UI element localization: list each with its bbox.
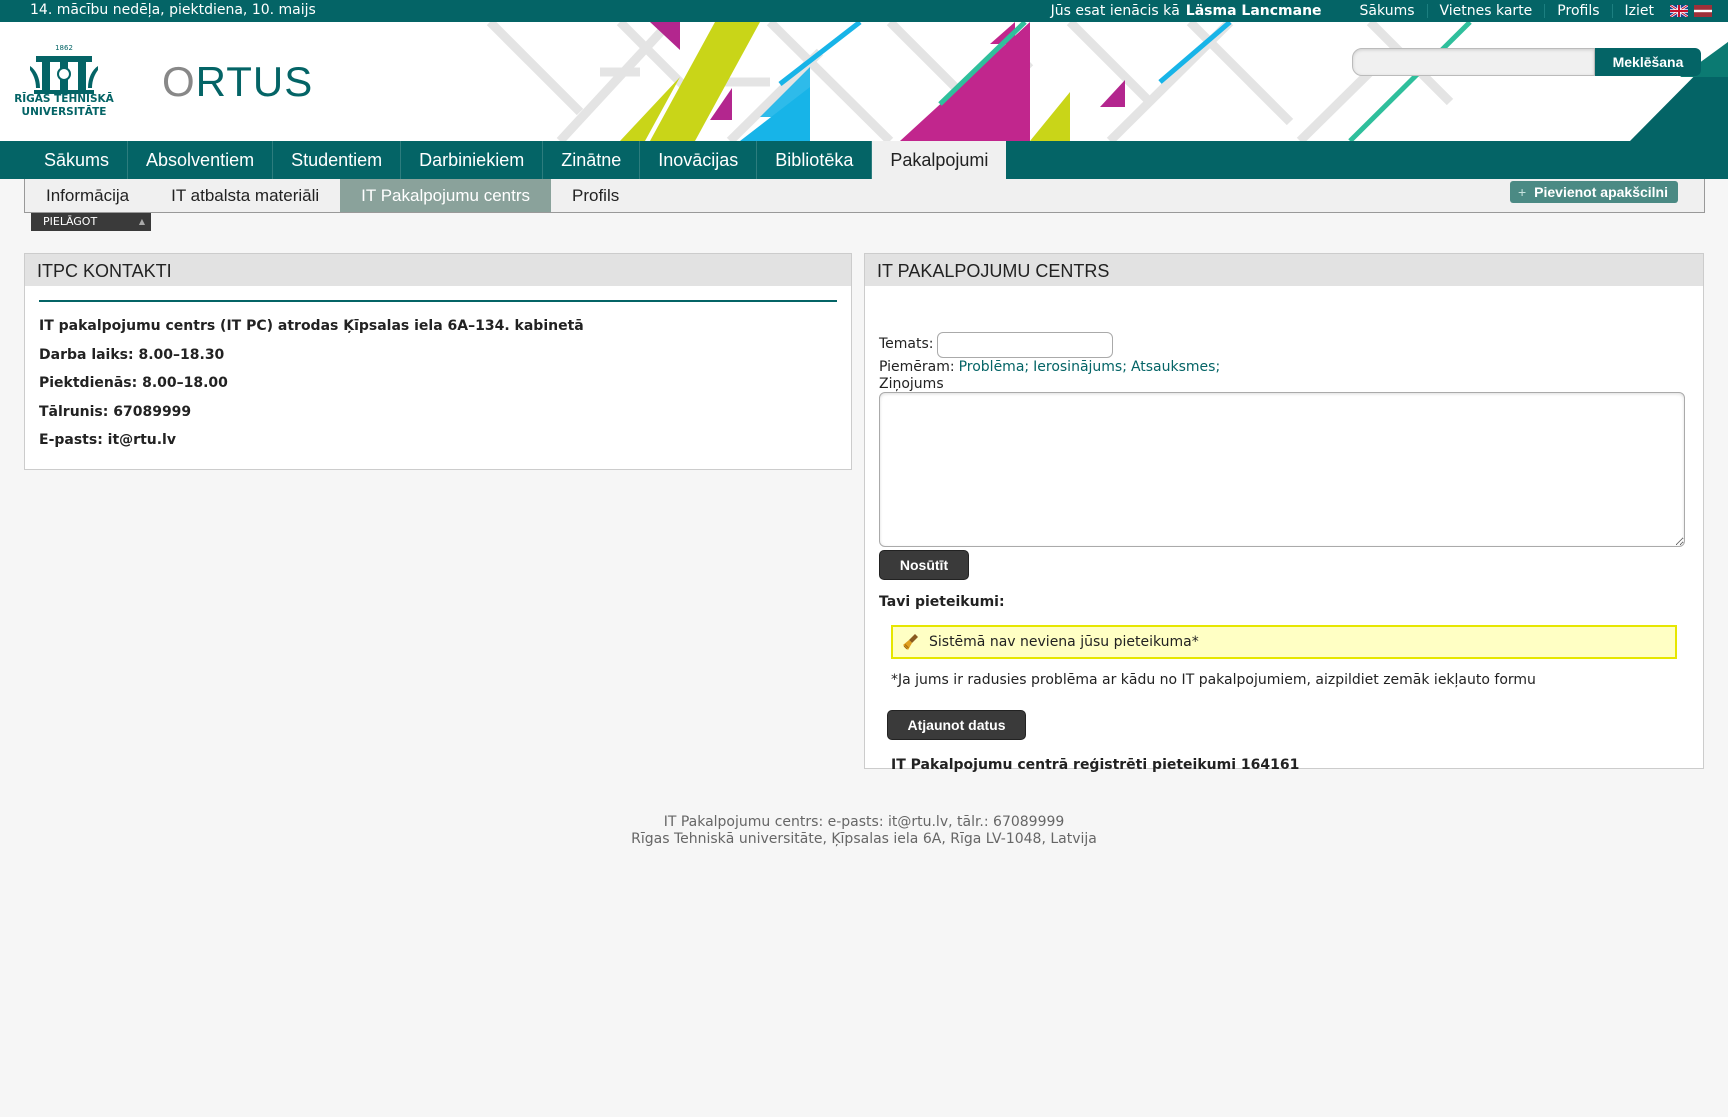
- footer-contacts: IT Pakalpojumu centrs: e-pasts: it@rtu.l…: [663, 814, 1065, 830]
- contacts-panel: ITPC KONTAKTI IT pakalpojumu centrs (IT …: [24, 253, 852, 470]
- contact-phone: Tālrunis: 67089999: [39, 403, 192, 420]
- week-date: 14. mācību nedēļa, piektdiena, 10. maijs: [30, 2, 316, 18]
- service-center-panel: IT PAKALPOJUMU CENTRS Temats: Piemēram: P…: [864, 253, 1704, 773]
- nav-students[interactable]: Studentiem: [273, 141, 402, 179]
- ortus-logo-o: O: [162, 58, 196, 105]
- top-link-sitemap[interactable]: Vietnes karte: [1426, 4, 1545, 18]
- university-name-line2: UNIVERSITĀTE: [21, 106, 107, 118]
- nav-services[interactable]: Pakalpojumi: [872, 141, 1007, 179]
- subtab-information[interactable]: Informācija: [25, 179, 150, 212]
- notice-text: Sistēmā nav neviena jūsu pieteikuma*: [929, 634, 1199, 650]
- form-hint: *Ja jums ir radusies problēma ar kādu no…: [891, 672, 1536, 688]
- page-footer: IT Pakalpojumu centrs: e-pasts: it@rtu.l…: [0, 814, 1728, 848]
- ortus-logo-text: RTUS: [195, 58, 314, 105]
- broom-icon: [903, 634, 918, 650]
- divider: [39, 300, 837, 302]
- customize-label: PIELĀGOT: [43, 215, 98, 228]
- send-button[interactable]: Nosūtīt: [879, 550, 969, 580]
- nav-library[interactable]: Bibliotēka: [757, 141, 873, 179]
- top-link-logout[interactable]: Iziet: [1611, 4, 1666, 18]
- add-subtab-label: Pievienot apakšcilni: [1534, 184, 1668, 200]
- subtab-profile[interactable]: Profils: [551, 179, 640, 212]
- top-bar: 14. mācību nedēļa, piektdiena, 10. maijs…: [0, 0, 1728, 22]
- examples-label: Piemēram:: [879, 359, 955, 375]
- logged-in-info: Jūs esat ienācis kā Läsma Lancmane: [1051, 3, 1322, 19]
- example-problem[interactable]: Problēma;: [959, 359, 1030, 375]
- nav-alumni[interactable]: Absolventiem: [128, 141, 274, 179]
- search-input[interactable]: [1352, 48, 1595, 76]
- subject-label: Temats:: [879, 336, 934, 352]
- nav-home[interactable]: Sākums: [26, 141, 129, 179]
- sub-navigation: Informācija IT atbalsta materiāli IT Pak…: [24, 179, 1705, 213]
- footer-address: Rīgas Tehniskā universitāte, Ķīpsalas ie…: [631, 831, 1097, 847]
- contact-location: IT pakalpojumu centrs (IT PC) atrodas Ķī…: [39, 318, 584, 334]
- search-button[interactable]: Meklēšana: [1595, 48, 1701, 76]
- logged-in-prefix: Jūs esat ienācis kā: [1050, 3, 1180, 19]
- top-link-home[interactable]: Sākums: [1348, 4, 1427, 18]
- customize-toggle[interactable]: PIELĀGOT ▲: [31, 213, 151, 231]
- registered-count: 164161: [1240, 757, 1300, 773]
- nav-science[interactable]: Zinātne: [543, 141, 641, 179]
- message-textarea[interactable]: [879, 392, 1685, 547]
- nav-employees[interactable]: Darbiniekiem: [401, 141, 544, 179]
- service-center-title: IT PAKALPOJUMU CENTRS: [865, 254, 1703, 286]
- contact-hours: Darba laiks: 8.00–18.30: [39, 346, 225, 363]
- main-navigation: Sākums Absolventiem Studentiem Darbiniek…: [0, 141, 1728, 179]
- example-feedback[interactable]: Atsauksmes;: [1131, 359, 1220, 375]
- english-flag-icon[interactable]: [1670, 5, 1688, 17]
- contacts-panel-title: ITPC KONTAKTI: [25, 254, 851, 286]
- ortus-logo[interactable]: ORTUS: [162, 58, 313, 106]
- subject-examples: Piemēram: Problēma; Ierosinājums; Atsauksme…: [879, 359, 1220, 375]
- subtab-it-materials[interactable]: IT atbalsta materiāli: [150, 179, 340, 212]
- add-subtab-button[interactable]: + Pievienot apakšcilni: [1509, 181, 1678, 203]
- user-name: Läsma Lancmane: [1185, 3, 1322, 19]
- contact-friday-hours: Piektdienās: 8.00–18.00: [39, 375, 228, 391]
- collapse-arrow-icon: ▲: [138, 217, 145, 226]
- no-requests-notice: Sistēmā nav neviena jūsu pieteikuma*: [891, 625, 1677, 659]
- search-form: Meklēšana: [1352, 48, 1701, 76]
- registered-requests: IT Pakalpojumu centrā reģistrēti pieteik…: [891, 757, 1299, 773]
- subject-input[interactable]: [937, 332, 1113, 358]
- subtab-it-service-center[interactable]: IT Pakalpojumu centrs: [340, 179, 551, 212]
- site-header: 1862 RĪGAS TEHNISKĀ UNIVERSITĀTE ORTUS M…: [0, 22, 1728, 141]
- registered-label: IT Pakalpojumu centrā reģistrēti pieteik…: [891, 757, 1237, 773]
- latvian-flag-icon[interactable]: [1694, 5, 1712, 17]
- refresh-data-button[interactable]: Atjaunot datus: [887, 710, 1026, 740]
- message-label: Ziņojums: [879, 376, 944, 392]
- my-requests-label: Tavi pieteikumi:: [879, 594, 1005, 610]
- top-link-profile[interactable]: Profils: [1544, 4, 1611, 18]
- university-name-line1: RĪGAS TEHNISKĀ: [14, 93, 114, 105]
- example-suggestion[interactable]: Ierosinājums;: [1033, 359, 1127, 375]
- contact-email: E-pasts: it@rtu.lv: [39, 432, 176, 448]
- plus-icon: +: [1517, 184, 1527, 200]
- svg-text:1862: 1862: [55, 44, 73, 52]
- header-decoration: [486, 22, 1728, 141]
- university-name: RĪGAS TEHNISKĀ UNIVERSITĀTE: [14, 93, 114, 119]
- nav-innovation[interactable]: Inovācijas: [640, 141, 758, 179]
